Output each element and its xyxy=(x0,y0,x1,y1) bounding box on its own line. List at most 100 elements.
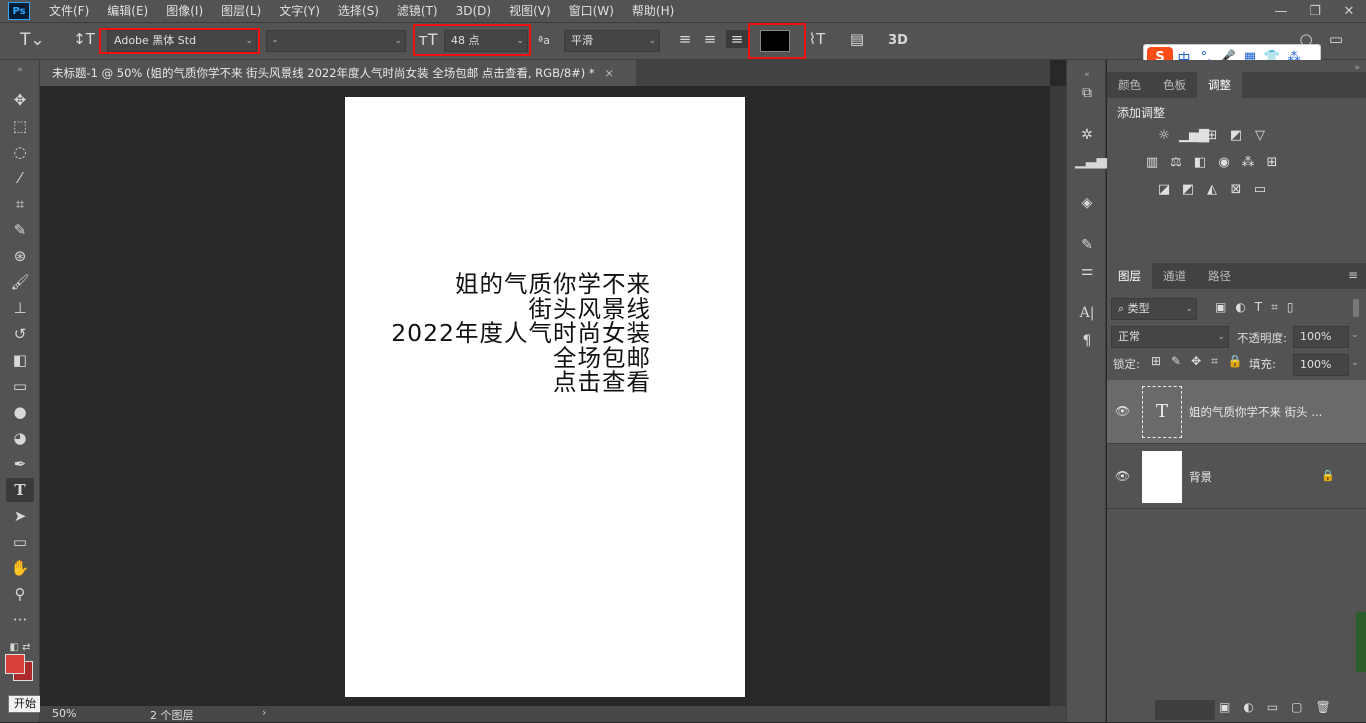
path-selection-tool-icon[interactable]: ➤ xyxy=(6,504,34,528)
menu-select[interactable]: 选择(S) xyxy=(329,0,388,22)
status-expand-icon[interactable]: › xyxy=(262,706,266,719)
antialias-select[interactable]: 平滑 ⌄ xyxy=(564,30,660,52)
foreground-color-swatch[interactable] xyxy=(5,654,25,674)
move-tool-icon[interactable]: ✥ xyxy=(6,88,34,112)
tab-swatches[interactable]: 色板 xyxy=(1152,72,1197,98)
marquee-tool-icon[interactable]: ⬚ xyxy=(6,114,34,138)
photo-filter-icon[interactable]: ◉ xyxy=(1215,155,1233,171)
warp-text-icon[interactable]: ⌇T xyxy=(806,30,828,48)
levels-icon[interactable]: ▁▅▇ xyxy=(1179,128,1209,144)
crop-tool-icon[interactable]: ⌗ xyxy=(6,192,34,216)
color-balance-icon[interactable]: ⚖ xyxy=(1167,155,1185,171)
menu-filter[interactable]: 滤镜(T) xyxy=(388,0,447,22)
exposure-icon[interactable]: ◩ xyxy=(1227,128,1245,144)
menu-image[interactable]: 图像(I) xyxy=(157,0,212,22)
tab-color[interactable]: 颜色 xyxy=(1107,72,1152,98)
selective-color-icon[interactable]: ⊠ xyxy=(1227,182,1245,198)
fill-chevron-icon[interactable]: ⌄ xyxy=(1351,358,1359,368)
eye-icon[interactable]: 👁 xyxy=(1115,404,1130,418)
zoom-tool-icon[interactable]: ⚲ xyxy=(6,582,34,606)
layer-filter-select[interactable]: ⌕ 类型 ⌄ xyxy=(1111,298,1197,320)
align-left-icon[interactable]: ≡ xyxy=(675,30,695,48)
tab-layers[interactable]: 图层 xyxy=(1107,263,1152,289)
layers-footer-icons[interactable]: ▣◐▭▢🗑 xyxy=(1219,700,1344,714)
navigator-panel-icon[interactable]: ✲ xyxy=(1075,124,1099,146)
lasso-tool-icon[interactable]: ◌ xyxy=(6,140,34,164)
document-canvas[interactable] xyxy=(345,97,745,697)
type-tool-icon[interactable]: T xyxy=(6,478,34,502)
blur-tool-icon[interactable]: ● xyxy=(6,400,34,424)
more-tools-icon[interactable]: ··· xyxy=(6,608,34,632)
histogram-panel-icon[interactable]: ▁▃▅ xyxy=(1075,150,1107,172)
toggle-text-orientation-icon[interactable]: ↕T xyxy=(72,30,96,48)
history-panel-icon[interactable]: ⧉ xyxy=(1075,82,1099,104)
zoom-level[interactable]: 50% xyxy=(52,707,76,720)
layer-name[interactable]: 背景 xyxy=(1189,469,1212,485)
menu-view[interactable]: 视图(V) xyxy=(500,0,560,22)
tab-channels[interactable]: 通道 xyxy=(1152,263,1197,289)
lock-icons[interactable]: ⊞✎✥⌗🔒 xyxy=(1151,354,1253,369)
document-text-layer[interactable]: 姐的气质你学不来 街头风景线 2022年度人气时尚女装 全场包邮 点击查看 xyxy=(346,272,651,395)
magic-wand-tool-icon[interactable]: ⁄ xyxy=(6,166,34,190)
layer-filter-icons[interactable]: ▣◐T⌗▯ xyxy=(1215,300,1303,315)
black-white-icon[interactable]: ◧ xyxy=(1191,155,1209,171)
hand-tool-icon[interactable]: ✋ xyxy=(6,556,34,580)
properties-panel-icon[interactable]: ⚌ xyxy=(1075,260,1099,282)
workspace-icon[interactable]: ▭ xyxy=(1326,30,1346,48)
3d-panel-icon[interactable]: ◈ xyxy=(1075,192,1099,214)
layer-name[interactable]: 姐的气质你学不来 街头 ... xyxy=(1189,404,1322,420)
channel-mixer-icon[interactable]: ⁂ xyxy=(1239,155,1257,171)
dodge-tool-icon[interactable]: ◕ xyxy=(6,426,34,450)
font-style-select[interactable]: - ⌄ xyxy=(266,30,406,52)
invert-icon[interactable]: ◪ xyxy=(1155,182,1173,198)
vertical-scrollbar[interactable] xyxy=(1050,86,1066,706)
menu-3d[interactable]: 3D(D) xyxy=(447,0,500,22)
threshold-icon[interactable]: ◭ xyxy=(1203,182,1221,198)
menu-layer[interactable]: 图层(L) xyxy=(212,0,270,22)
pen-tool-icon[interactable]: ✒ xyxy=(6,452,34,476)
3d-button[interactable]: 3D xyxy=(884,30,912,52)
opacity-chevron-icon[interactable]: ⌄ xyxy=(1351,330,1359,340)
close-tab-icon[interactable]: × xyxy=(604,66,614,80)
vibrance-icon[interactable]: ▽ xyxy=(1251,128,1269,144)
layer-row-background[interactable]: 👁 背景 🔒 xyxy=(1107,445,1366,509)
eye-icon[interactable]: 👁 xyxy=(1115,469,1130,483)
clone-stamp-tool-icon[interactable]: ⊥ xyxy=(6,296,34,320)
posterize-icon[interactable]: ◩ xyxy=(1179,182,1197,198)
brush-tool-icon[interactable]: 🖌 xyxy=(6,270,34,294)
eyedropper-tool-icon[interactable]: ✎ xyxy=(6,218,34,242)
character-panel-icon[interactable]: A| xyxy=(1075,302,1099,324)
menu-help[interactable]: 帮助(H) xyxy=(623,0,683,22)
layer-row-text[interactable]: 👁 T 姐的气质你学不来 街头 ... xyxy=(1107,380,1366,444)
menu-type[interactable]: 文字(Y) xyxy=(270,0,329,22)
close-button[interactable]: ✕ xyxy=(1332,0,1366,22)
document-tab[interactable]: 未标题-1 @ 50% (姐的气质你学不来 街头风景线 2022年度人气时尚女装… xyxy=(40,60,636,86)
menu-edit[interactable]: 编辑(E) xyxy=(98,0,157,22)
tab-paths[interactable]: 路径 xyxy=(1197,263,1242,289)
paragraph-panel-icon[interactable]: ¶ xyxy=(1075,330,1099,352)
filter-toggle[interactable] xyxy=(1353,299,1359,317)
collapse-toolbar-icon[interactable]: » xyxy=(6,64,34,76)
minimize-button[interactable]: — xyxy=(1264,0,1298,22)
align-center-icon[interactable]: ≡ xyxy=(700,30,720,48)
brush-settings-icon[interactable]: ✎ xyxy=(1075,234,1099,256)
hue-saturation-icon[interactable]: ▥ xyxy=(1143,155,1161,171)
menu-window[interactable]: 窗口(W) xyxy=(560,0,623,22)
opacity-input[interactable]: 100% xyxy=(1293,326,1349,348)
tab-adjustments[interactable]: 调整 xyxy=(1197,72,1242,98)
eraser-tool-icon[interactable]: ◧ xyxy=(6,348,34,372)
character-panel-icon[interactable]: ▤ xyxy=(846,30,868,48)
fill-input[interactable]: 100% xyxy=(1293,354,1349,376)
brightness-contrast-icon[interactable]: ☼ xyxy=(1155,128,1173,144)
rectangle-tool-icon[interactable]: ▭ xyxy=(6,530,34,554)
menu-file[interactable]: 文件(F) xyxy=(40,0,98,22)
color-lookup-icon[interactable]: ⊞ xyxy=(1263,155,1281,171)
curves-icon[interactable]: ⊞ xyxy=(1203,128,1221,144)
restore-button[interactable]: ❐ xyxy=(1298,0,1332,22)
history-brush-tool-icon[interactable]: ↺ xyxy=(6,322,34,346)
gradient-tool-icon[interactable]: ▭ xyxy=(6,374,34,398)
blend-mode-select[interactable]: 正常 ⌄ xyxy=(1111,326,1229,348)
gradient-map-icon[interactable]: ▭ xyxy=(1251,182,1269,198)
type-tool-preset-icon[interactable]: T⌄ xyxy=(20,30,45,50)
healing-brush-tool-icon[interactable]: ⊛ xyxy=(6,244,34,268)
